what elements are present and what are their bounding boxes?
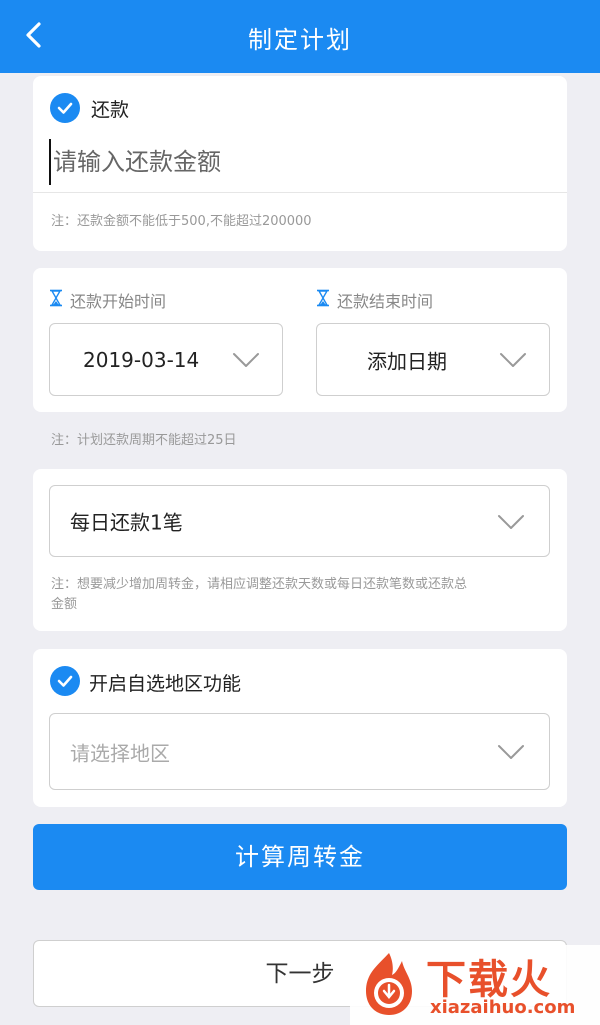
end-date-select[interactable]: 添加日期	[316, 323, 550, 396]
region-label: 开启自选地区功能	[89, 673, 242, 695]
region-card: 开启自选地区功能 请选择地区	[33, 649, 567, 807]
flame-logo-icon	[358, 951, 420, 1017]
daily-note: 注：想要减少增加周转金，请相应调整还款天数或每日还款笔数或还款总金额	[51, 577, 468, 612]
divider	[33, 192, 567, 193]
hourglass-icon	[316, 289, 330, 307]
chevron-down-icon	[232, 352, 260, 368]
repay-amount-input[interactable]	[49, 139, 549, 185]
end-time-label: 还款结束时间	[337, 292, 434, 311]
start-time-label: 还款开始时间	[70, 292, 167, 311]
page-title: 制定计划	[248, 26, 352, 54]
repay-label: 还款	[91, 99, 130, 121]
calculate-button[interactable]: 计算周转金	[33, 824, 567, 890]
repay-amount-note: 注：还款金额不能低于500,不能超过200000	[51, 214, 312, 229]
top-bar: 制定计划	[0, 0, 600, 73]
region-checkbox[interactable]	[50, 666, 80, 696]
daily-count-value: 每日还款1笔	[70, 510, 183, 535]
hourglass-icon	[49, 289, 63, 307]
schedule-card: 还款开始时间 还款结束时间 2019-03-14 添加日期	[33, 268, 567, 412]
chevron-down-icon	[497, 744, 525, 760]
end-date-value: 添加日期	[367, 349, 447, 373]
repay-card: 还款 注：还款金额不能低于500,不能超过200000	[33, 76, 567, 251]
check-icon	[57, 102, 73, 114]
check-icon	[57, 675, 73, 687]
start-date-select[interactable]: 2019-03-14	[49, 323, 283, 396]
chevron-down-icon	[497, 514, 525, 530]
start-date-value: 2019-03-14	[83, 347, 200, 372]
watermark-url: xiazaihuo.com	[430, 997, 576, 1018]
watermark: 下载火 xiazaihuo.com	[350, 945, 600, 1025]
period-note: 注：计划还款周期不能超过25日	[51, 433, 237, 448]
daily-card: 每日还款1笔 注：想要减少增加周转金，请相应调整还款天数或每日还款笔数或还款总金…	[33, 469, 567, 631]
region-select[interactable]: 请选择地区	[49, 713, 550, 790]
daily-count-select[interactable]: 每日还款1笔	[49, 485, 550, 557]
chevron-down-icon	[499, 352, 527, 368]
region-placeholder: 请选择地区	[70, 741, 170, 765]
repay-checkbox[interactable]	[50, 93, 80, 123]
